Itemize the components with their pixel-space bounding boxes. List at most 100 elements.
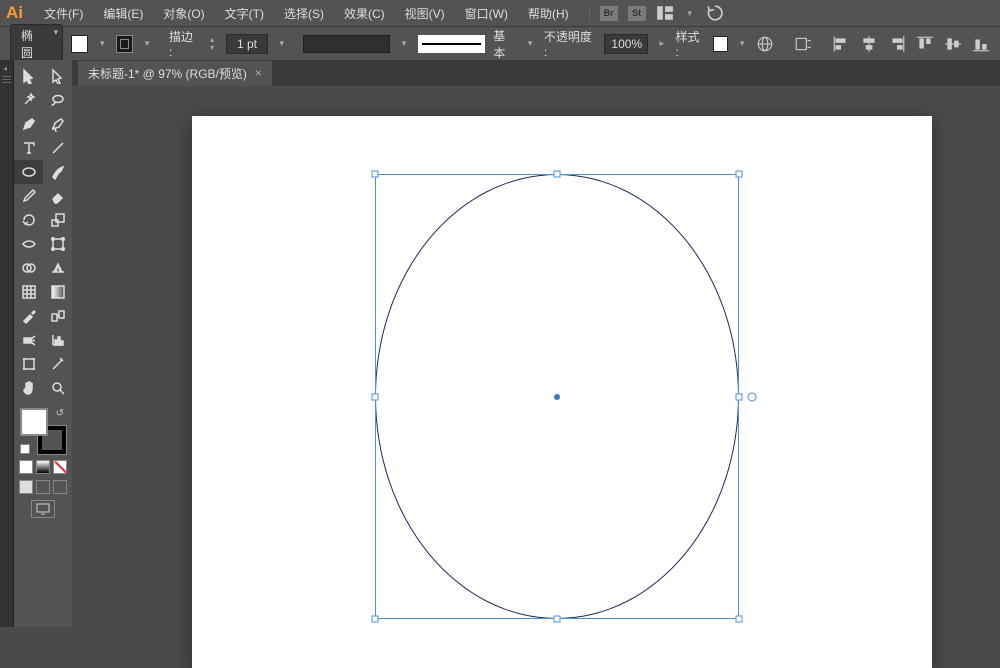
blend-tool[interactable] [43, 304, 72, 328]
pie-handle-icon[interactable] [748, 393, 757, 402]
style-swatch[interactable] [713, 36, 728, 52]
pencil-tool[interactable] [14, 184, 43, 208]
menu-help[interactable]: 帮助(H) [518, 5, 579, 22]
paintbrush-tool[interactable] [43, 160, 72, 184]
selection-tool[interactable] [14, 64, 43, 88]
pen-tool[interactable] [14, 112, 43, 136]
stroke-width-input[interactable]: 1 pt [226, 34, 268, 54]
ellipse-tool[interactable] [14, 160, 43, 184]
align-right-icon[interactable] [888, 35, 906, 53]
tool-name-label[interactable]: 椭圆 [10, 24, 63, 64]
sync-icon[interactable] [706, 4, 724, 22]
lasso-tool[interactable] [43, 88, 72, 112]
draw-normal[interactable] [19, 480, 33, 494]
stock-button[interactable]: St [628, 6, 646, 21]
slice-tool[interactable] [43, 352, 72, 376]
menu-edit[interactable]: 编辑(E) [93, 5, 153, 22]
chevron-right-icon[interactable]: ▸ [656, 38, 668, 50]
handle-mr[interactable] [736, 394, 743, 401]
align-left-icon[interactable] [832, 35, 850, 53]
chevron-down-icon[interactable]: ▾ [524, 38, 536, 50]
align-vcenter-icon[interactable] [944, 35, 962, 53]
fill-dropdown-icon[interactable]: ▾ [96, 38, 108, 50]
none-mode[interactable] [53, 460, 67, 474]
workspace: ↺ 未标题-1* @ 97% (RGB/预览) × [0, 60, 1000, 627]
dock-strip[interactable] [0, 60, 14, 627]
globe-icon[interactable] [756, 35, 774, 53]
stroke-swatch[interactable] [116, 35, 133, 53]
artboard-tool[interactable] [14, 352, 43, 376]
align-bottom-icon[interactable] [972, 35, 990, 53]
rotate-tool[interactable] [14, 208, 43, 232]
center-point-icon [554, 394, 560, 400]
eraser-tool[interactable] [43, 184, 72, 208]
draw-behind[interactable] [36, 480, 50, 494]
eyedropper-tool[interactable] [14, 304, 43, 328]
brush-swatch[interactable] [303, 35, 390, 53]
handle-tl[interactable] [372, 171, 379, 178]
scale-tool[interactable] [43, 208, 72, 232]
width-tool[interactable] [14, 232, 43, 256]
handle-bl[interactable] [372, 616, 379, 623]
document-area: 未标题-1* @ 97% (RGB/预览) × [72, 60, 1000, 627]
direct-selection-tool[interactable] [43, 64, 72, 88]
fill-stroke-widget[interactable]: ↺ [20, 408, 66, 454]
menu-view[interactable]: 视图(V) [395, 5, 455, 22]
mesh-tool[interactable] [14, 280, 43, 304]
stroke-label: 描边 : [169, 28, 198, 59]
canvas[interactable] [192, 116, 932, 668]
document-tab[interactable]: 未标题-1* @ 97% (RGB/预览) × [78, 61, 272, 86]
fill-swatch[interactable] [71, 35, 88, 53]
arrange-icon[interactable] [656, 4, 674, 22]
menu-file[interactable]: 文件(F) [34, 5, 93, 22]
align-hcenter-icon[interactable] [860, 35, 878, 53]
opacity-label: 不透明度 : [544, 28, 597, 59]
toolbox: ↺ [14, 60, 72, 627]
curvature-tool[interactable] [43, 112, 72, 136]
line-tool[interactable] [43, 136, 72, 160]
gradient-mode[interactable] [36, 460, 50, 474]
menu-select[interactable]: 选择(S) [274, 5, 334, 22]
fill-color[interactable] [20, 408, 48, 436]
tab-title: 未标题-1* @ 97% (RGB/预览) [88, 65, 247, 82]
symbol-sprayer-tool[interactable] [14, 328, 43, 352]
hand-tool[interactable] [14, 376, 43, 400]
align-to-icon[interactable] [794, 35, 812, 53]
stroke-dropdown-icon[interactable]: ▾ [141, 38, 153, 50]
chevron-down-icon[interactable]: ▾ [684, 7, 696, 19]
stroke-preview[interactable] [418, 35, 486, 53]
menu-effect[interactable]: 效果(C) [334, 5, 395, 22]
screen-mode[interactable] [31, 500, 55, 518]
chevron-down-icon[interactable]: ▾ [736, 38, 748, 50]
swap-colors-icon[interactable]: ↺ [56, 408, 64, 419]
menu-bar: Ai 文件(F) 编辑(E) 对象(O) 文字(T) 选择(S) 效果(C) 视… [0, 0, 1000, 26]
opacity-input[interactable]: 100% [604, 34, 648, 54]
align-top-icon[interactable] [916, 35, 934, 53]
free-transform-tool[interactable] [43, 232, 72, 256]
style-label: 样式 : [675, 28, 704, 59]
zoom-tool[interactable] [43, 376, 72, 400]
handle-bm[interactable] [554, 616, 561, 623]
bridge-button[interactable]: Br [600, 6, 618, 21]
magic-wand-tool[interactable] [14, 88, 43, 112]
control-bar: 椭圆 ▾ ▾ 描边 : ▴▾ 1 pt▾ ▾ 基本▾ 不透明度 : 100% ▸… [0, 26, 1000, 60]
menu-object[interactable]: 对象(O) [153, 5, 214, 22]
handle-ml[interactable] [372, 394, 379, 401]
menu-window[interactable]: 窗口(W) [455, 5, 518, 22]
default-colors-icon[interactable] [20, 444, 30, 454]
handle-tm[interactable] [554, 171, 561, 178]
handle-br[interactable] [736, 616, 743, 623]
menu-text[interactable]: 文字(T) [215, 5, 274, 22]
perspective-grid-tool[interactable] [43, 256, 72, 280]
chevron-down-icon[interactable]: ▾ [398, 38, 410, 50]
gradient-tool[interactable] [43, 280, 72, 304]
shape-builder-tool[interactable] [14, 256, 43, 280]
draw-inside[interactable] [53, 480, 67, 494]
handle-tr[interactable] [736, 171, 743, 178]
close-tab-icon[interactable]: × [255, 66, 262, 80]
stroke-stepper[interactable]: ▴▾ [206, 36, 218, 52]
type-tool[interactable] [14, 136, 43, 160]
chevron-down-icon[interactable]: ▾ [276, 38, 288, 50]
graph-tool[interactable] [43, 328, 72, 352]
color-mode[interactable] [19, 460, 33, 474]
